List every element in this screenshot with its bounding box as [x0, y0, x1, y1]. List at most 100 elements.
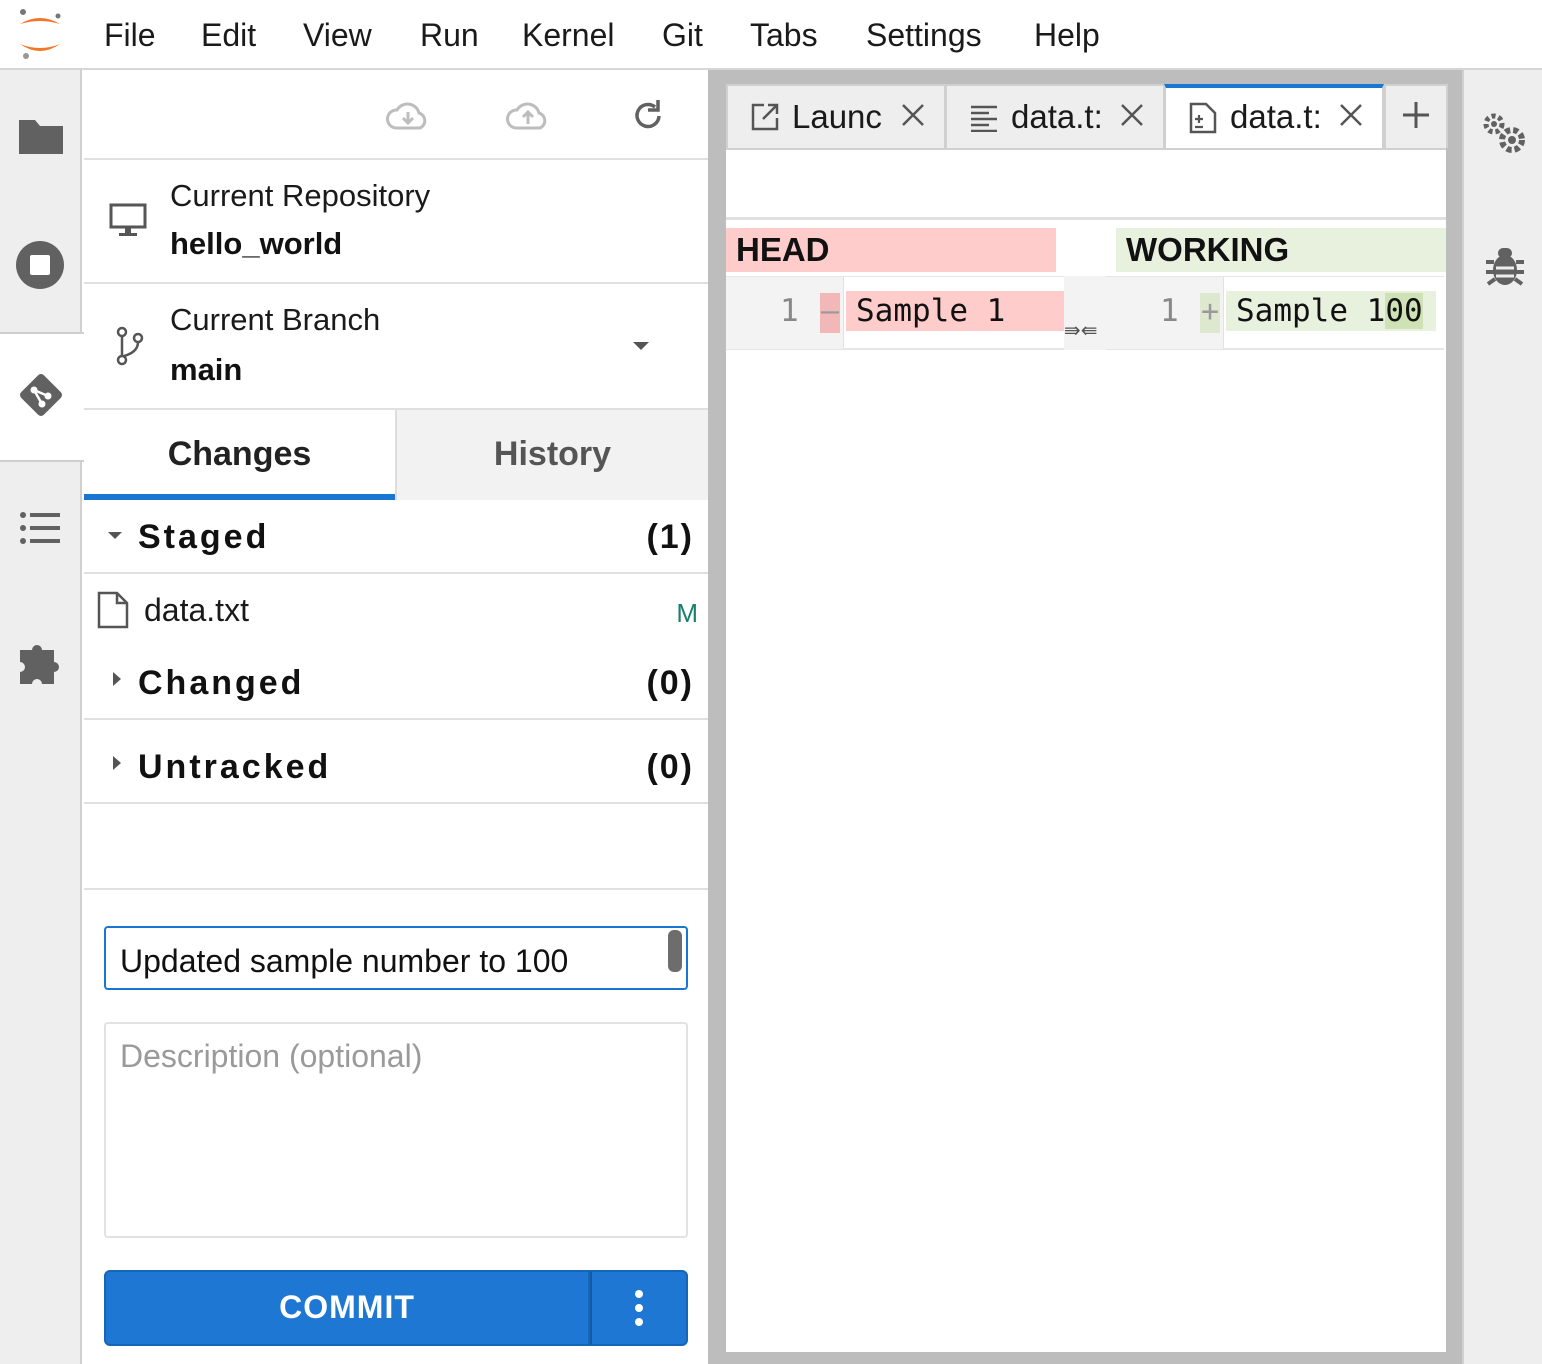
git-tab[interactable] — [0, 332, 84, 462]
right-activity-bar — [1462, 70, 1542, 1364]
repository-label: Current Repository — [170, 178, 431, 213]
file-browser-tab[interactable] — [0, 70, 82, 200]
working-label: WORKING — [1116, 228, 1446, 272]
table-of-contents-tab[interactable] — [0, 464, 82, 594]
tab-label: data.t: — [1230, 98, 1322, 135]
commit-options-button[interactable] — [590, 1270, 688, 1346]
menu-git[interactable]: Git — [662, 14, 703, 56]
pull-button[interactable] — [386, 96, 430, 136]
untracked-count: (0) — [646, 748, 694, 786]
git-panel: Current Repository hello_world Current B… — [84, 70, 708, 1364]
text-file-icon — [969, 102, 999, 132]
file-icon — [96, 590, 130, 630]
cloud-upload-icon — [506, 102, 547, 130]
untracked-title: Untracked — [138, 748, 332, 786]
close-icon[interactable] — [1119, 102, 1145, 128]
stop-circle-icon — [14, 238, 68, 292]
staged-section-header[interactable]: Staged (1) — [84, 502, 708, 574]
menu-help[interactable]: Help — [1034, 14, 1100, 56]
tab-changes[interactable]: Changes — [84, 410, 395, 500]
debugger-bug-icon[interactable] — [1484, 244, 1526, 290]
merge-gap: ⇛⇚ — [1064, 276, 1106, 350]
menu-bar: File Edit View Run Kernel Git Tabs Setti… — [0, 0, 1542, 70]
menu-kernel[interactable]: Kernel — [522, 14, 615, 56]
staged-file-row[interactable]: data.txt M — [84, 574, 708, 646]
untracked-section-header[interactable]: Untracked (0) — [84, 732, 708, 804]
tab-label: data.t: — [1011, 98, 1103, 135]
branch-label: Current Branch — [170, 302, 381, 337]
cloud-download-icon — [386, 102, 427, 130]
add-tab-button[interactable] — [1384, 84, 1448, 148]
desktop-icon — [108, 202, 148, 238]
file-status-badge: M — [676, 598, 698, 628]
dock-panel: Launc data.t: data.t: HEAD WORKING 1 – S… — [726, 84, 1448, 1352]
commit-summary-input[interactable] — [104, 926, 688, 990]
staged-title: Staged — [138, 518, 270, 556]
caret-down-icon — [106, 528, 124, 542]
close-icon[interactable] — [900, 102, 926, 128]
changed-section-header[interactable]: Changed (0) — [84, 648, 708, 720]
launch-icon — [750, 102, 780, 132]
changed-title: Changed — [138, 664, 305, 702]
list-icon — [14, 502, 68, 556]
property-inspector-gears-icon[interactable] — [1480, 110, 1528, 158]
running-sessions-tab[interactable] — [0, 200, 82, 330]
extension-manager-tab[interactable] — [0, 596, 82, 726]
commit-description-input[interactable] — [104, 1022, 688, 1238]
caret-down-icon[interactable] — [632, 340, 650, 352]
tab-data-txt-diff[interactable]: data.t: — [1164, 84, 1384, 150]
tab-launcher[interactable]: Launc — [726, 84, 946, 148]
menu-file[interactable]: File — [104, 14, 156, 56]
tab-data-txt-editor[interactable]: data.t: — [945, 84, 1165, 148]
head-label: HEAD — [726, 228, 1056, 272]
git-icon — [14, 368, 68, 422]
refresh-button[interactable] — [626, 96, 670, 136]
working-pane: 1 + Sample 100 — [1106, 276, 1444, 350]
left-activity-bar — [0, 70, 84, 1364]
repository-name: hello_world — [170, 226, 343, 261]
more-vertical-icon — [635, 1290, 643, 1326]
plus-icon — [1403, 102, 1429, 128]
push-button[interactable] — [506, 96, 550, 136]
git-toolbar — [84, 70, 708, 160]
commit-box: COMMIT — [84, 888, 708, 1364]
tab-history[interactable]: History — [395, 410, 708, 500]
refresh-icon — [635, 100, 661, 129]
added-line: Sample 100 — [1226, 291, 1436, 331]
diff-toolbar — [726, 150, 1446, 220]
line-number: 1 — [780, 293, 799, 329]
changed-count: (0) — [646, 664, 694, 702]
diff-view: HEAD WORKING 1 – Sample 1 ⇛⇚ 1 + Sample … — [726, 148, 1446, 1352]
current-branch[interactable]: Current Branch main — [84, 284, 708, 410]
menu-edit[interactable]: Edit — [201, 14, 256, 56]
diff-file-icon — [1188, 102, 1218, 134]
branch-name: main — [170, 352, 243, 387]
staged-count: (1) — [646, 518, 694, 556]
added-text-prefix: Sample 1 — [1236, 293, 1386, 329]
head-pane: 1 – Sample 1 — [726, 276, 1064, 350]
folder-icon — [14, 108, 68, 162]
added-text-changed: 00 — [1385, 293, 1423, 329]
puzzle-icon — [14, 634, 68, 688]
jupyter-logo-icon[interactable] — [14, 6, 66, 62]
git-panel-tabs: Changes History — [84, 410, 708, 500]
menu-settings[interactable]: Settings — [866, 14, 982, 56]
main-area: Launc data.t: data.t: HEAD WORKING 1 – S… — [708, 70, 1462, 1364]
removed-line: Sample 1 — [846, 291, 1064, 331]
caret-right-icon — [110, 670, 124, 688]
menu-run[interactable]: Run — [420, 14, 479, 56]
file-name: data.txt — [144, 592, 249, 628]
close-icon[interactable] — [1338, 102, 1364, 128]
removed-marker: – — [820, 293, 840, 333]
git-branch-icon — [114, 326, 146, 366]
commit-button[interactable]: COMMIT — [104, 1270, 590, 1346]
added-marker: + — [1200, 293, 1220, 333]
menu-tabs[interactable]: Tabs — [750, 14, 818, 56]
current-repository[interactable]: Current Repository hello_world — [84, 160, 708, 284]
line-number: 1 — [1160, 293, 1179, 329]
tab-label: Launc — [792, 98, 882, 135]
caret-right-icon — [110, 754, 124, 772]
summary-scrollbar[interactable] — [668, 930, 682, 972]
menu-view[interactable]: View — [303, 14, 372, 56]
merge-arrows: ⇛⇚ — [1064, 318, 1098, 342]
